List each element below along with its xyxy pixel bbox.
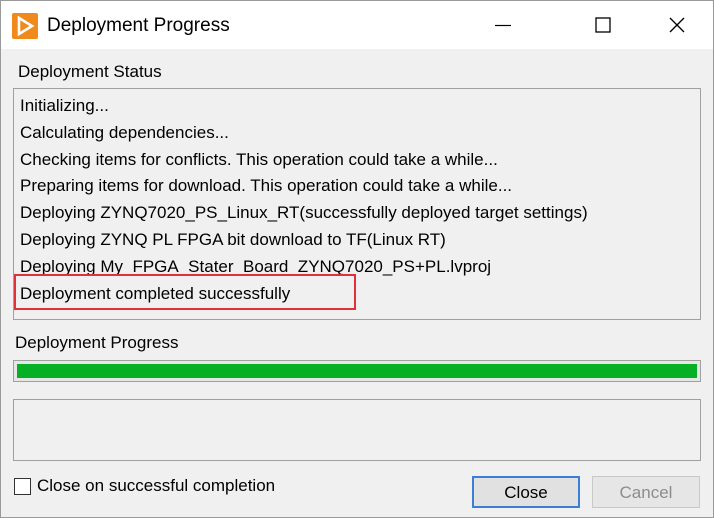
deployment-progress-label: Deployment Progress [15, 333, 179, 352]
close-on-success-checkbox[interactable] [14, 477, 31, 495]
minimize-icon [495, 24, 511, 27]
window-close-button[interactable] [647, 1, 707, 49]
close-on-success-label[interactable]: Close on successful completion [37, 476, 275, 496]
progress-bar-fill [17, 364, 697, 378]
status-line: Initializing... [20, 96, 109, 115]
maximize-icon [595, 17, 611, 33]
deployment-status-log[interactable]: Initializing... Calculating dependencies… [13, 88, 701, 320]
maximize-button[interactable] [573, 1, 633, 49]
status-line: Checking items for conflicts. This opera… [20, 149, 498, 169]
labview-play-icon [12, 13, 38, 39]
message-area [13, 399, 701, 461]
status-line-completed: Deployment completed successfully [20, 283, 291, 303]
status-line: Preparing items for download. This opera… [20, 176, 513, 196]
deployment-progress-window: Deployment Progress Deployment Status In… [0, 0, 714, 518]
deployment-progress-bar [13, 360, 701, 382]
cancel-button: Cancel [592, 476, 700, 508]
status-line: Deploying My_FPGA_Stater_Board_ZYNQ7020_… [20, 256, 492, 276]
close-icon [669, 17, 685, 33]
title-bar[interactable]: Deployment Progress [1, 1, 713, 49]
status-line: Deploying ZYNQ PL FPGA bit download to T… [20, 229, 446, 249]
window-title: Deployment Progress [47, 15, 230, 36]
minimize-button[interactable] [473, 1, 533, 49]
status-line: Calculating dependencies... [20, 122, 229, 142]
status-line: Deploying ZYNQ7020_PS_Linux_RT(successfu… [20, 203, 588, 223]
close-on-success-option[interactable]: Close on successful completion [14, 473, 275, 499]
close-button[interactable]: Close [472, 476, 580, 508]
deployment-status-label: Deployment Status [18, 62, 162, 81]
